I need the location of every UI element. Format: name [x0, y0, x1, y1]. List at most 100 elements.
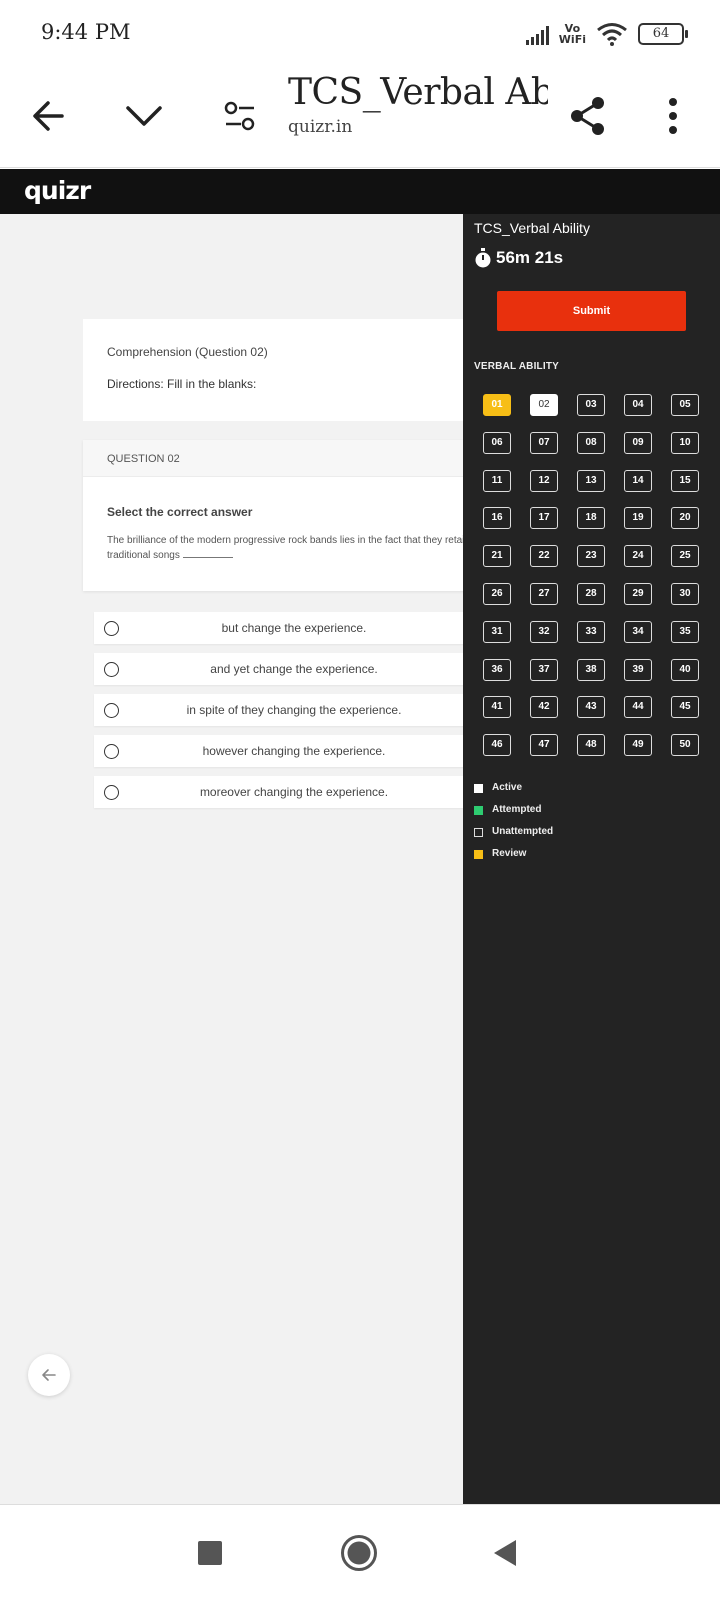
square-icon	[198, 1541, 222, 1565]
question-number-37[interactable]: 37	[530, 659, 558, 681]
question-number-46[interactable]: 46	[483, 734, 511, 756]
legend-swatch	[474, 828, 483, 837]
question-number-40[interactable]: 40	[671, 659, 699, 681]
legend-swatch	[474, 850, 483, 859]
question-number-23[interactable]: 23	[577, 545, 605, 567]
question-number-10[interactable]: 10	[671, 432, 699, 454]
page-settings-button[interactable]	[212, 88, 268, 144]
question-number-02[interactable]: 02	[530, 394, 558, 416]
question-number-33[interactable]: 33	[577, 621, 605, 643]
question-number-17[interactable]: 17	[530, 507, 558, 529]
question-header: QUESTION 02	[83, 440, 463, 477]
question-number-42[interactable]: 42	[530, 696, 558, 718]
recents-button[interactable]	[188, 1531, 232, 1575]
status-time: 9:44 PM	[41, 20, 131, 44]
option-2[interactable]: and yet change the experience.	[94, 653, 463, 685]
timer-value: 56m 21s	[496, 248, 564, 267]
question-label: QUESTION 02	[107, 453, 180, 465]
tune-icon	[224, 101, 255, 131]
question-number-26[interactable]: 26	[483, 583, 511, 605]
question-number-28[interactable]: 28	[577, 583, 605, 605]
question-number-36[interactable]: 36	[483, 659, 511, 681]
quizr-logo[interactable]: quizr	[24, 176, 91, 205]
question-number-27[interactable]: 27	[530, 583, 558, 605]
arrow-left-icon	[33, 101, 64, 131]
question-number-16[interactable]: 16	[483, 507, 511, 529]
question-number-43[interactable]: 43	[577, 696, 605, 718]
question-card: QUESTION 02 Select the correct answer Th…	[83, 440, 463, 591]
question-number-25[interactable]: 25	[671, 545, 699, 567]
option-4[interactable]: however changing the experience.	[94, 735, 463, 767]
question-number-24[interactable]: 24	[624, 545, 652, 567]
question-number-32[interactable]: 32	[530, 621, 558, 643]
question-number-45[interactable]: 45	[671, 696, 699, 718]
question-number-12[interactable]: 12	[530, 470, 558, 492]
vowifi-bottom: WiFi	[558, 33, 586, 46]
question-number-08[interactable]: 08	[577, 432, 605, 454]
question-prompt: Select the correct answer	[107, 505, 253, 519]
option-1[interactable]: but change the experience.	[94, 612, 463, 644]
question-number-30[interactable]: 30	[671, 583, 699, 605]
option-text: but change the experience.	[221, 621, 367, 635]
question-number-18[interactable]: 18	[577, 507, 605, 529]
tab-title: TCS_Verbal Ab...	[288, 72, 548, 113]
legend-label: Unattempted	[492, 826, 554, 837]
option-text: in spite of they changing the experience…	[186, 703, 402, 717]
question-number-44[interactable]: 44	[624, 696, 652, 718]
question-number-38[interactable]: 38	[577, 659, 605, 681]
back-button[interactable]	[20, 88, 76, 144]
stopwatch-icon	[475, 248, 491, 268]
legend-label: Attempted	[492, 804, 542, 815]
status-bar: 9:44 PM Vo WiFi 64	[0, 0, 720, 68]
previous-button[interactable]	[28, 1354, 70, 1396]
question-number-41[interactable]: 41	[483, 696, 511, 718]
question-number-09[interactable]: 09	[624, 432, 652, 454]
question-number-07[interactable]: 07	[530, 432, 558, 454]
timer: 56m 21s	[474, 248, 563, 268]
question-number-14[interactable]: 14	[624, 470, 652, 492]
status-icons: Vo WiFi 64	[525, 22, 688, 46]
question-number-13[interactable]: 13	[577, 470, 605, 492]
question-number-19[interactable]: 19	[624, 507, 652, 529]
more-options-button[interactable]	[645, 88, 701, 144]
option-3[interactable]: in spite of they changing the experience…	[94, 694, 463, 726]
nav-back-button[interactable]	[483, 1531, 527, 1575]
more-vert-icon	[669, 98, 677, 134]
question-text: The brilliance of the modern progressive…	[107, 533, 463, 563]
question-number-04[interactable]: 04	[624, 394, 652, 416]
tab-domain: quizr.in	[288, 117, 353, 137]
section-title: VERBAL ABILITY	[474, 361, 560, 372]
share-button[interactable]	[560, 88, 616, 144]
submit-button[interactable]: Submit	[497, 291, 686, 331]
comprehension-title: Comprehension (Question 02)	[107, 345, 268, 359]
question-number-48[interactable]: 48	[577, 734, 605, 756]
question-number-49[interactable]: 49	[624, 734, 652, 756]
directions-text: Directions: Fill in the blanks:	[107, 377, 257, 391]
question-number-47[interactable]: 47	[530, 734, 558, 756]
question-number-01[interactable]: 01	[483, 394, 511, 416]
question-number-50[interactable]: 50	[671, 734, 699, 756]
question-number-11[interactable]: 11	[483, 470, 511, 492]
home-button[interactable]	[337, 1531, 381, 1575]
question-number-03[interactable]: 03	[577, 394, 605, 416]
question-number-21[interactable]: 21	[483, 545, 511, 567]
question-number-39[interactable]: 39	[624, 659, 652, 681]
question-number-15[interactable]: 15	[671, 470, 699, 492]
question-number-22[interactable]: 22	[530, 545, 558, 567]
page-title-area: TCS_Verbal Ab... quizr.in	[288, 72, 548, 137]
question-number-29[interactable]: 29	[624, 583, 652, 605]
option-5[interactable]: moreover changing the experience.	[94, 776, 463, 808]
legend-label: Review	[492, 848, 527, 859]
app-header: quizr	[0, 169, 720, 214]
question-number-31[interactable]: 31	[483, 621, 511, 643]
question-number-05[interactable]: 05	[671, 394, 699, 416]
question-number-34[interactable]: 34	[624, 621, 652, 643]
minimize-button[interactable]	[116, 88, 172, 144]
question-number-06[interactable]: 06	[483, 432, 511, 454]
legend-swatch	[474, 806, 483, 815]
question-number-35[interactable]: 35	[671, 621, 699, 643]
question-number-20[interactable]: 20	[671, 507, 699, 529]
chevron-down-icon	[126, 106, 162, 126]
option-text: however changing the experience.	[202, 744, 386, 758]
vowifi-icon: Vo WiFi	[559, 23, 586, 45]
